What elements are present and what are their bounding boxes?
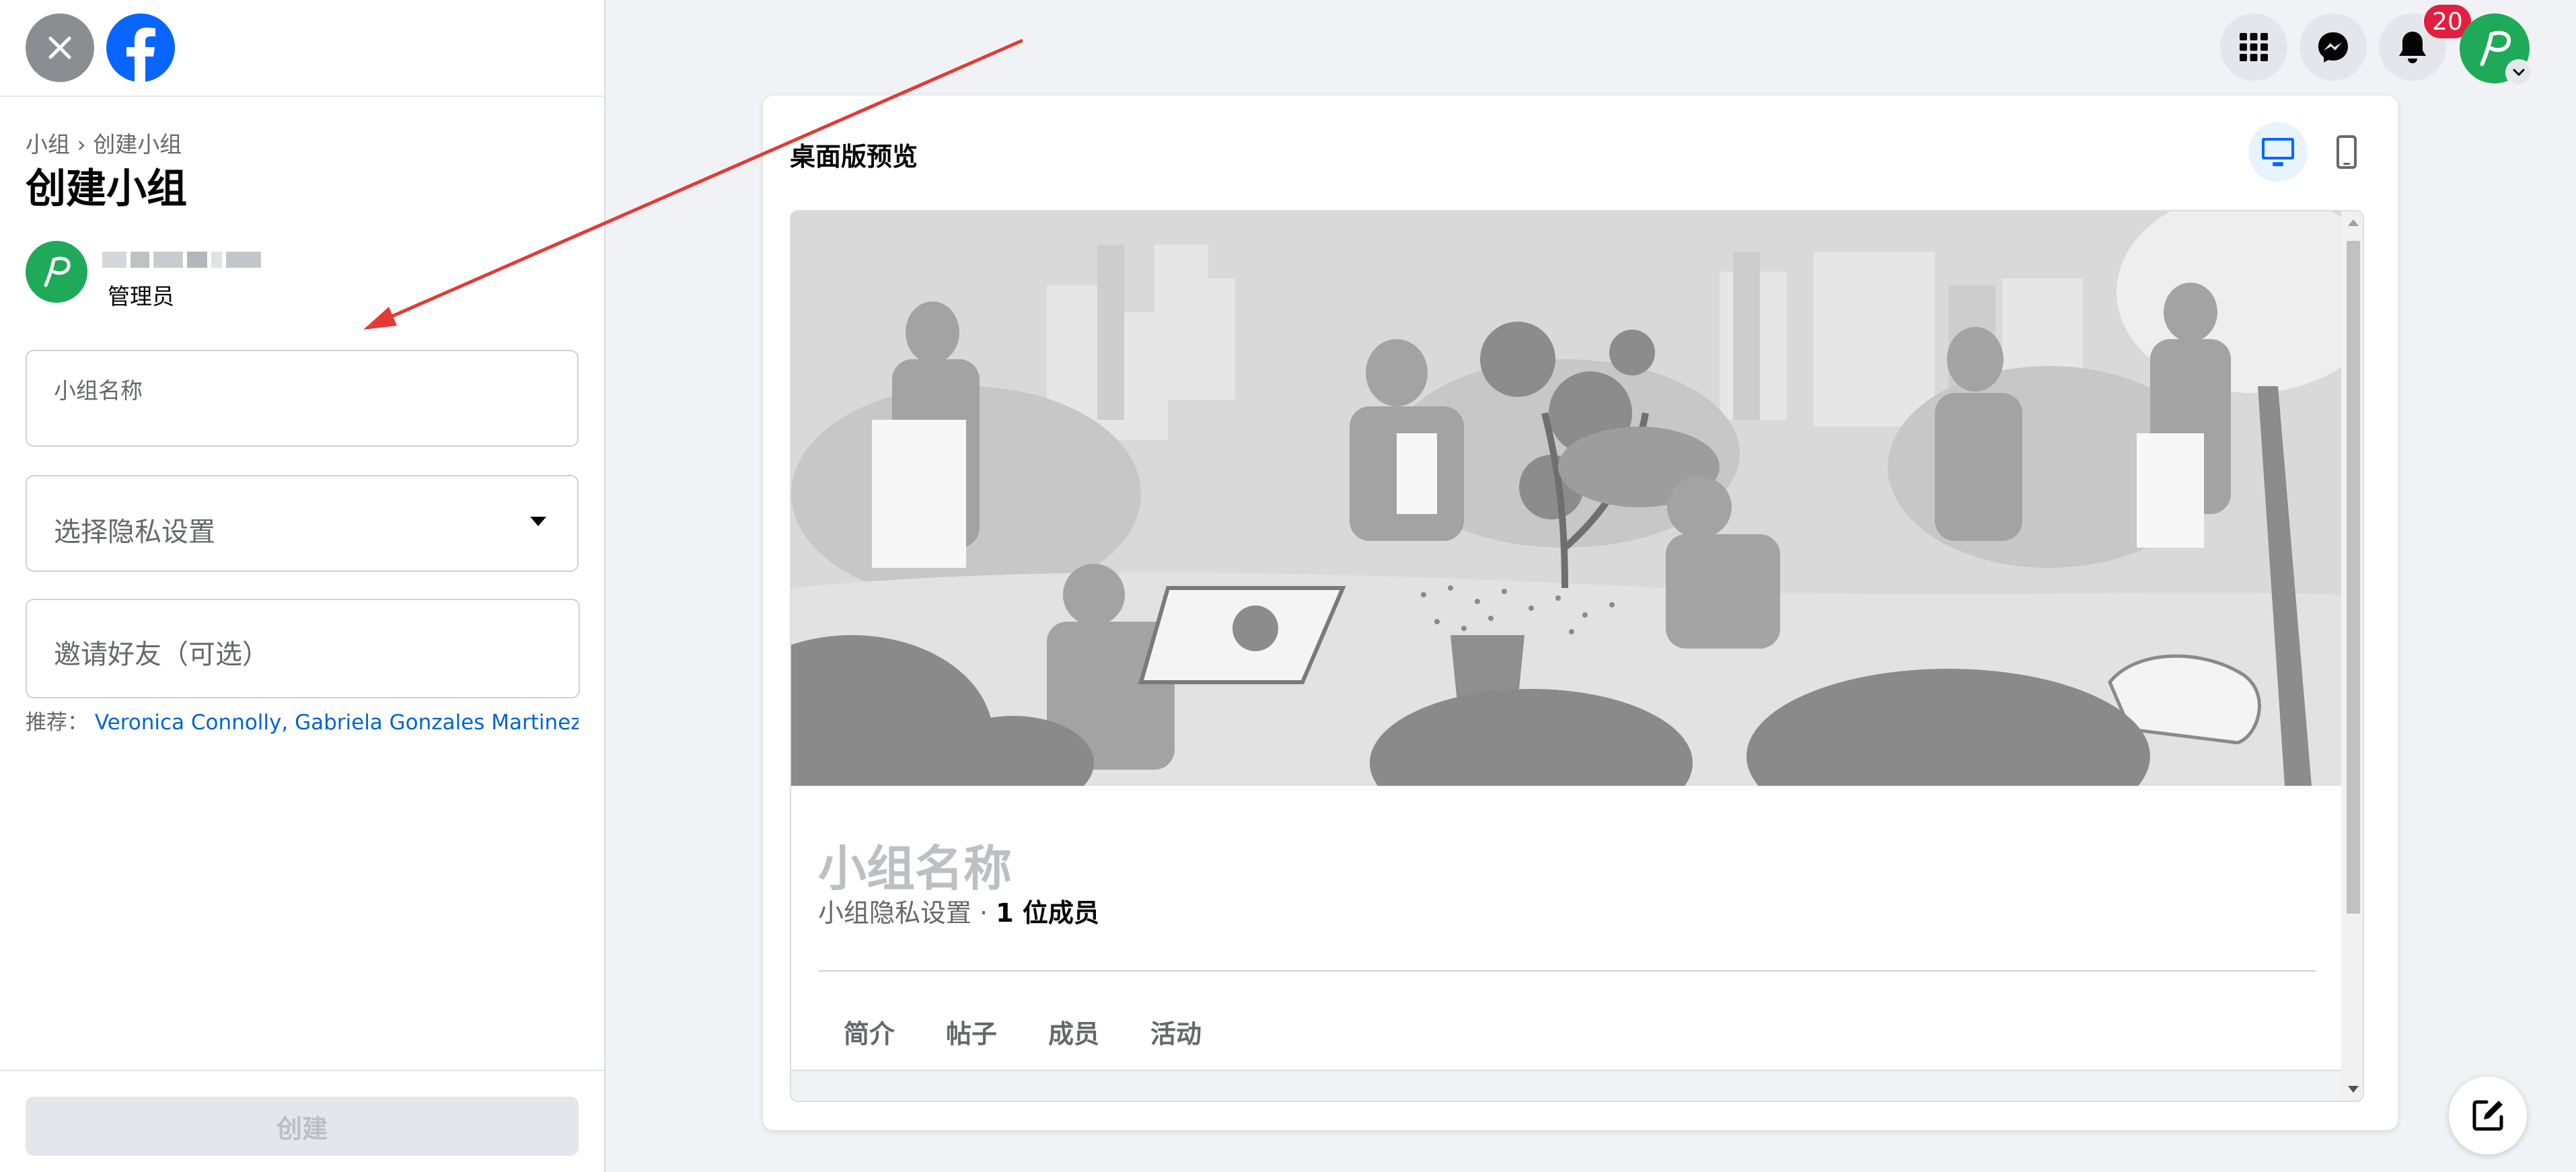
avatar-p-icon xyxy=(44,256,71,287)
invite-friends-label: 邀请好友（可选） xyxy=(54,639,269,670)
admin-avatar xyxy=(26,241,87,303)
invite-friends-input[interactable]: 邀请好友（可选） xyxy=(26,599,580,698)
chevron-down-icon xyxy=(2513,69,2525,77)
preview-divider xyxy=(818,970,2316,972)
mobile-preview-toggle[interactable] xyxy=(2317,122,2376,182)
suggested-friend-names[interactable]: Veronica Connolly, Gabriela Gonzales Mar… xyxy=(95,710,579,735)
facebook-icon xyxy=(106,13,175,82)
admin-name-blurred xyxy=(102,246,273,273)
tab-about: 简介 xyxy=(844,1019,895,1049)
page-title: 创建小组 xyxy=(26,166,187,213)
group-preview-frame: 小组名称 小组隐私设置 · 1 位成员 简介 帖子 成员 活动 xyxy=(790,210,2364,1102)
messenger-button[interactable] xyxy=(2299,13,2367,81)
preview-scrollbar[interactable] xyxy=(2341,211,2363,1101)
mobile-icon xyxy=(2336,135,2357,169)
breadcrumb: 小组 › 创建小组 xyxy=(26,126,182,159)
cover-photo-illustration xyxy=(791,211,2341,786)
create-button[interactable]: 创建 xyxy=(26,1097,579,1156)
preview-member-count: 1 位成员 xyxy=(996,898,1099,928)
admin-role: 管理员 xyxy=(108,283,174,309)
caret-down-icon xyxy=(530,517,546,526)
preview-tabs: 简介 帖子 成员 活动 xyxy=(818,1005,1227,1058)
account-menu-chevron[interactable] xyxy=(2505,59,2532,86)
preview-group-meta: 小组隐私设置 · 1 位成员 xyxy=(818,892,1099,929)
breadcrumb-create-group: 创建小组 xyxy=(93,131,182,157)
notifications-icon xyxy=(2399,32,2426,63)
privacy-select-label: 选择隐私设置 xyxy=(54,517,215,548)
breadcrumb-separator: › xyxy=(77,131,86,157)
facebook-logo[interactable] xyxy=(106,13,175,82)
panel-header xyxy=(0,0,604,97)
scrollbar-thumb[interactable] xyxy=(2347,241,2360,914)
preview-privacy: 小组隐私设置 xyxy=(818,898,972,928)
suggested-friends: 推荐： Veronica Connolly, Gabriela Gonzales… xyxy=(26,705,579,735)
suggested-prefix: 推荐： xyxy=(26,710,88,735)
desktop-preview-card: 桌面版预览 小组名称 小组隐私设置 · 1 位成员 简介 帖子 成员 活动 xyxy=(763,96,2398,1130)
close-button[interactable] xyxy=(26,13,94,82)
preview-title: 桌面版预览 xyxy=(790,142,918,172)
meta-separator: · xyxy=(971,898,996,928)
tab-members: 成员 xyxy=(1048,1019,1100,1049)
desktop-preview-toggle[interactable] xyxy=(2248,122,2308,182)
menu-button[interactable] xyxy=(2220,13,2287,81)
group-name-label: 小组名称 xyxy=(54,377,143,404)
privacy-select[interactable]: 选择隐私设置 xyxy=(26,475,579,572)
create-group-panel: 小组 › 创建小组 创建小组 管理员 小组名称 选择隐私设置 邀请好友（可选） … xyxy=(0,0,605,1172)
scroll-down-icon[interactable] xyxy=(2348,1086,2359,1093)
scroll-up-icon[interactable] xyxy=(2348,219,2359,226)
group-name-input[interactable]: 小组名称 xyxy=(26,350,579,447)
messenger-icon xyxy=(2318,32,2348,63)
panel-footer: 创建 xyxy=(0,1070,604,1172)
desktop-icon xyxy=(2262,138,2294,166)
compose-icon xyxy=(2472,1100,2503,1131)
tab-events: 活动 xyxy=(1150,1019,1202,1049)
close-icon xyxy=(48,36,71,59)
preview-content-edge xyxy=(791,1070,2341,1101)
breadcrumb-groups[interactable]: 小组 xyxy=(26,126,70,159)
menu-grid-icon xyxy=(2240,33,2268,61)
community-garden-illustration xyxy=(791,211,2341,786)
tab-discussion: 帖子 xyxy=(946,1019,998,1049)
new-message-button[interactable] xyxy=(2449,1076,2527,1155)
preview-group-name: 小组名称 xyxy=(818,840,1013,897)
